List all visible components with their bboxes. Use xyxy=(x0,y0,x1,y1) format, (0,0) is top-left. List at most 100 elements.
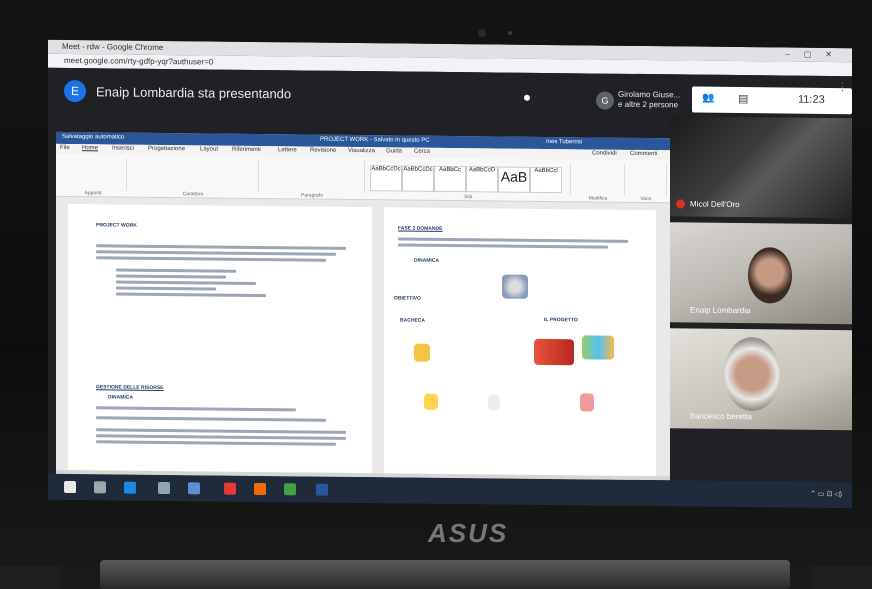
meet-header: E Enaip Lombardia sta presentando G Giro… xyxy=(48,67,852,119)
store-icon[interactable] xyxy=(188,482,200,495)
ribbon-group-paragrafo: Paragrafo xyxy=(260,160,365,199)
asus-logo: ASUS xyxy=(428,518,509,548)
menu-cerca[interactable]: Cerca xyxy=(414,149,430,155)
menu-condividi[interactable]: Condividi xyxy=(592,150,617,156)
autosave-toggle[interactable]: Salvataggio automatico xyxy=(62,134,124,141)
window-controls[interactable]: –▢✕ xyxy=(785,50,846,60)
text-line xyxy=(96,416,326,422)
system-tray[interactable]: ⌃ ▭ ⊡ ◁) xyxy=(810,490,842,498)
menu-home[interactable]: Home xyxy=(82,145,98,151)
bullet-line xyxy=(116,274,226,279)
participant-tile[interactable]: francesco beretta xyxy=(670,328,852,431)
chrome-icon[interactable] xyxy=(284,483,296,496)
text-line xyxy=(96,428,346,434)
meet-clock: 11:23 xyxy=(798,93,825,106)
ribbon-group-stili: Stili AaBbCcDc AaBbCcDc AaBbCc AaBbCcD A… xyxy=(366,161,571,200)
document-illustration xyxy=(580,393,594,412)
laptop-screen: Meet - rdw - Google Chrome –▢✕ meet.goog… xyxy=(48,39,852,509)
doc-heading: PROJECT WORK xyxy=(96,222,137,229)
url-text[interactable]: meet.google.com/rty-gdfp-yqr?authuser=0 xyxy=(64,56,213,67)
tile-name: Enaip Lombardia xyxy=(690,305,751,316)
menu-revisione[interactable]: Revisione xyxy=(310,148,336,154)
style-titolo[interactable]: AaB xyxy=(498,166,530,193)
text-line xyxy=(96,434,346,440)
presenting-label: Enaip Lombardia sta presentando xyxy=(96,84,292,102)
bullet-line xyxy=(116,286,216,291)
light-glare xyxy=(524,94,530,101)
bullet-line xyxy=(116,268,236,273)
document-page-1[interactable]: PROJECT WORK GESTIONE DELLE RISORSE DINA… xyxy=(68,203,372,478)
text-line xyxy=(398,237,628,243)
text-line xyxy=(96,406,296,412)
ribbon-group-carattere: Carattere xyxy=(128,158,259,197)
meet-controls: 👥 ▤ 11:23 xyxy=(692,86,852,115)
keyboard-edge-right xyxy=(812,566,872,589)
section-heading: GESTIONE DELLE RISORSE xyxy=(96,384,164,391)
participant-summary[interactable]: Girolamo Giuse... e altre 2 persone xyxy=(618,90,680,111)
handshake-illustration xyxy=(534,338,574,366)
menu-visualizza[interactable]: Visualizza xyxy=(348,148,375,154)
menu-progettazione[interactable]: Progettazione xyxy=(148,146,185,152)
muted-mic-icon xyxy=(676,199,685,209)
menu-guida[interactable]: Guida xyxy=(386,148,402,154)
figure-illustration xyxy=(488,394,500,411)
style-sottotitolo[interactable]: AaBbCcl xyxy=(530,166,562,194)
shared-word-window: Salvataggio automatico PROJECT WORK - Sa… xyxy=(56,131,670,481)
ribbon-group-modifica: Modifica xyxy=(572,163,625,202)
style-nessuna[interactable]: AaBbCcDc xyxy=(402,165,434,192)
label-progetto: IL PROGETTO xyxy=(544,316,578,324)
firefox-icon[interactable] xyxy=(254,482,266,496)
participant-tile[interactable]: Enaip Lombardia xyxy=(670,222,852,325)
participant-video xyxy=(748,247,792,304)
menu-riferimenti[interactable]: Riferimenti xyxy=(232,147,261,153)
keyboard-edge-left xyxy=(0,566,60,589)
user-name[interactable]: Ines Tuberosi xyxy=(546,139,582,145)
presenter-avatar: E xyxy=(64,79,86,103)
menu-commenti[interactable]: Commenti xyxy=(630,151,657,157)
explorer-icon[interactable] xyxy=(158,481,170,495)
start-icon[interactable] xyxy=(64,480,76,494)
browser-tab-title[interactable]: Meet - rdw - Google Chrome xyxy=(62,42,163,52)
menu-inserisci[interactable]: Inserisci xyxy=(112,145,134,151)
bullet-dinamica-2: DINAMICA xyxy=(414,257,439,264)
participant-tile[interactable]: Micol Dell'Oro xyxy=(670,116,852,219)
edge-icon[interactable] xyxy=(124,481,136,494)
laptop-hinge xyxy=(100,560,790,589)
bullet-line xyxy=(116,280,256,285)
participant-video xyxy=(724,336,780,412)
puzzle-illustration xyxy=(582,335,614,360)
task-view-icon[interactable] xyxy=(94,481,106,494)
label-obiettivo: OBIETTIVO xyxy=(394,295,421,302)
menu-file[interactable]: File xyxy=(60,145,70,151)
menu-layout[interactable]: Layout xyxy=(200,146,218,152)
webcam-indicator xyxy=(508,31,512,35)
doc-heading-2: FASE 2 DOMANDE xyxy=(398,225,443,232)
chat-icon[interactable]: ▤ xyxy=(738,92,748,105)
webcam xyxy=(478,29,486,37)
style-titolo2[interactable]: AaBbCcD xyxy=(466,166,498,193)
menu-lettere[interactable]: Lettere xyxy=(278,147,297,153)
ribbon-group-appunti: Appunti xyxy=(60,157,127,196)
style-normale[interactable]: AaBbCcDc xyxy=(370,165,402,192)
lightbulb-illustration xyxy=(414,343,430,362)
participant-others: e altre 2 persone xyxy=(618,99,679,110)
tile-name: Micol Dell'Oro xyxy=(690,199,740,210)
more-options-icon[interactable]: ⋮ xyxy=(837,80,848,93)
bullet-dinamica: DINAMICA xyxy=(108,394,133,401)
search-illustration xyxy=(502,274,528,299)
text-line xyxy=(96,440,336,446)
word-ribbon: Appunti Carattere Paragrafo Stili AaBbCc… xyxy=(56,153,670,204)
document-page-2[interactable]: FASE 2 DOMANDE DINAMICA OBIETTIVO BACHEC… xyxy=(384,207,656,481)
style-titolo1[interactable]: AaBbCc xyxy=(434,165,466,193)
bulb-small-illustration xyxy=(424,393,438,410)
people-icon[interactable]: 👥 xyxy=(702,93,714,104)
word-icon[interactable] xyxy=(316,483,328,496)
participant-avatar: G xyxy=(596,91,614,110)
tile-name: francesco beretta xyxy=(690,411,752,422)
app-icon[interactable] xyxy=(224,482,236,495)
text-line xyxy=(96,256,326,262)
text-line xyxy=(96,250,336,256)
text-line xyxy=(96,244,346,250)
ribbon-group-voce: Voce xyxy=(626,163,667,202)
bullet-line xyxy=(116,292,266,298)
